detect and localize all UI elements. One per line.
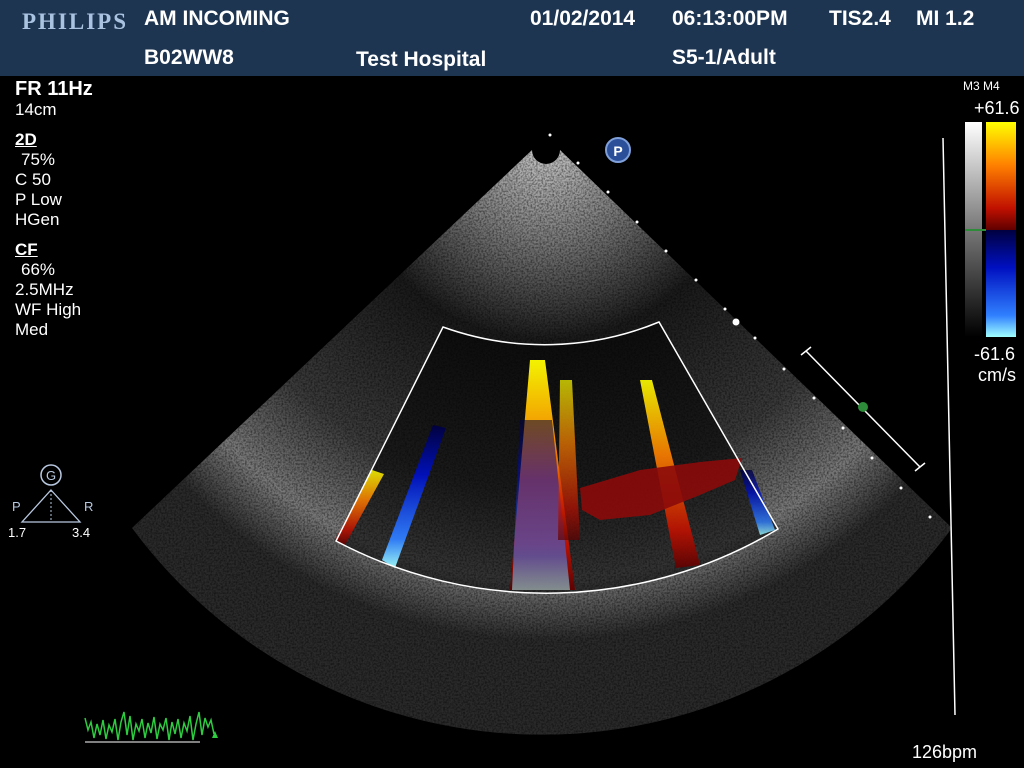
focus-right-value: 3.4: [72, 525, 90, 540]
focus-badge: G: [46, 468, 56, 483]
focus-left-value: 1.7: [8, 525, 26, 540]
orientation-marker-icon: P: [605, 137, 631, 163]
focus-indicator: G P R 1.7 3.4: [8, 464, 93, 540]
ecg-trace: [84, 711, 218, 743]
focus-right-label: R: [84, 499, 93, 514]
color-scale-bar: [965, 122, 1016, 337]
timeline-line: [942, 137, 956, 716]
focus-left-label: P: [12, 499, 21, 514]
ultrasound-viewport: P G P R 1.7 3.4: [8, 122, 1016, 743]
orientation-marker-label: P: [613, 143, 622, 159]
